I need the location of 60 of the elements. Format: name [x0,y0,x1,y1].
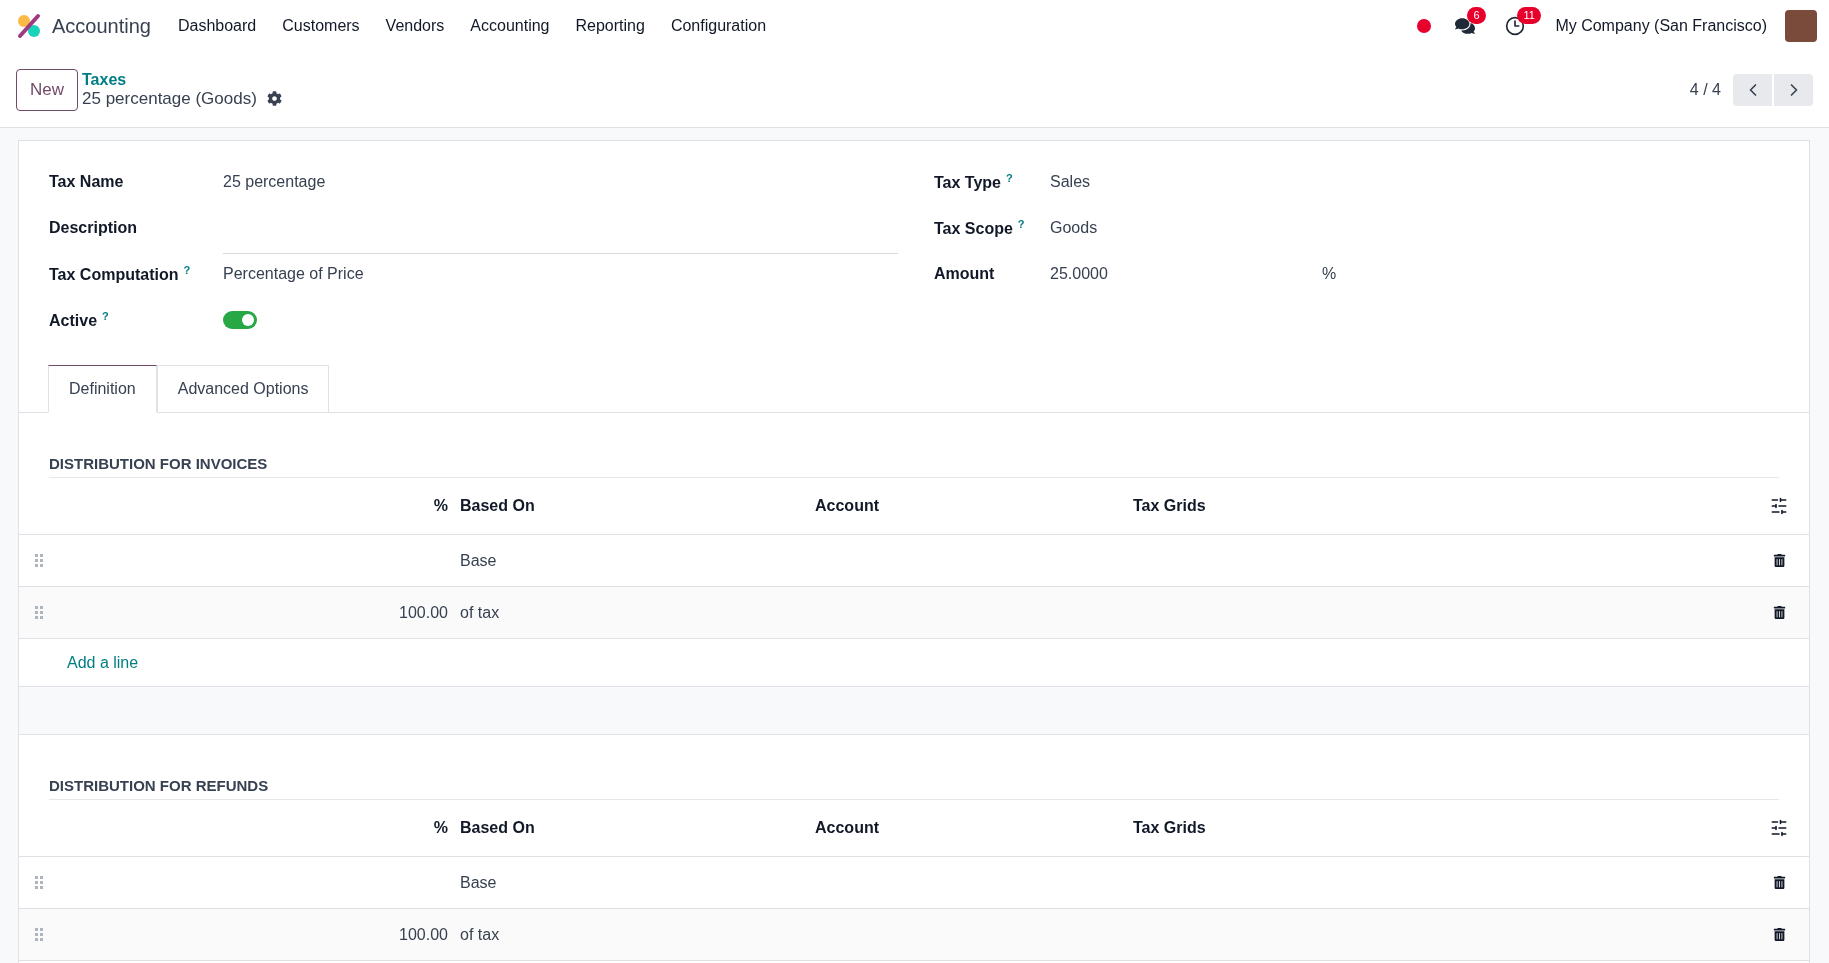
menu-item[interactable]: Accounting [457,17,563,35]
tab[interactable]: Definition [48,365,157,413]
field-label: Tax Type $^{?}$ [934,171,1014,193]
app-name[interactable]: Accounting [52,14,151,38]
column-header: Based On [459,819,536,837]
field-label: Description [49,219,138,237]
trash-icon[interactable] [1772,876,1786,889]
field-value: Sales [1050,173,1091,191]
new-button[interactable]: New [16,68,78,111]
column-header: Account [814,497,880,515]
table-cell-text: Base [459,873,498,892]
field-label: Tax Scope $^{?}$ [934,217,1026,239]
table-cell-text: of tax [459,925,501,944]
field-label: Active $^{?}$ [49,309,110,331]
menu-item[interactable]: Vendors [372,17,458,35]
field-label: Amount [934,265,996,283]
table-cell-text: 100.00 [398,603,448,622]
count-badge: 11 [1517,7,1541,24]
field-value: 25.0000 [1050,265,1109,283]
column-header: Tax Grids [1132,819,1207,837]
column-header: Account [814,819,880,837]
field-label: Tax Computation $^{?}$ [49,263,192,285]
field-value: 25 percentage [223,173,326,191]
table-cell-text: 100.00 [398,925,448,944]
gear-icon[interactable] [266,91,282,106]
drag-handle-icon[interactable] [35,554,43,567]
menu-item[interactable]: Reporting [562,17,658,35]
field-value: Percentage of Price [223,265,364,283]
record-title: 25 percentage (Goods) [82,88,257,109]
add-line-link[interactable]: Add a line [67,653,803,672]
tab[interactable]: Advanced Options [156,365,330,413]
drag-handle-icon[interactable] [35,876,43,889]
column-header: Tax Grids [1132,497,1207,515]
menu-item[interactable]: Customers [269,17,373,35]
clock-button[interactable] [1505,16,1526,36]
settings-sliders-icon[interactable] [1770,819,1788,837]
app-logo-icon [16,13,42,39]
chat-bubbles-button[interactable] [1455,16,1476,36]
company-name[interactable]: My Company (San Francisco) [1555,17,1767,35]
column-header: % [432,819,448,837]
percent-suffix: % [1322,265,1337,283]
drag-handle-icon[interactable] [35,606,43,619]
status-dot-icon[interactable] [1417,19,1432,33]
table-cell-text: of tax [459,603,501,622]
settings-sliders-icon[interactable] [1770,497,1788,515]
trash-icon[interactable] [1772,928,1786,941]
trash-icon[interactable] [1772,554,1786,567]
column-header: Based On [459,497,536,515]
menu-item[interactable]: Dashboard [164,17,270,35]
breadcrumb-link[interactable]: Taxes [82,70,282,89]
pager-counter: 4 / 4 [1689,80,1721,99]
column-header: % [432,497,448,515]
trash-icon[interactable] [1772,606,1786,619]
count-badge: 6 [1467,7,1486,24]
table-cell-text: Base [459,551,498,570]
drag-handle-icon[interactable] [35,928,43,941]
field-value: Goods [1050,219,1098,237]
field-label: Tax Name [49,173,125,191]
menu-item[interactable]: Configuration [657,17,780,35]
active-toggle[interactable] [223,311,257,329]
